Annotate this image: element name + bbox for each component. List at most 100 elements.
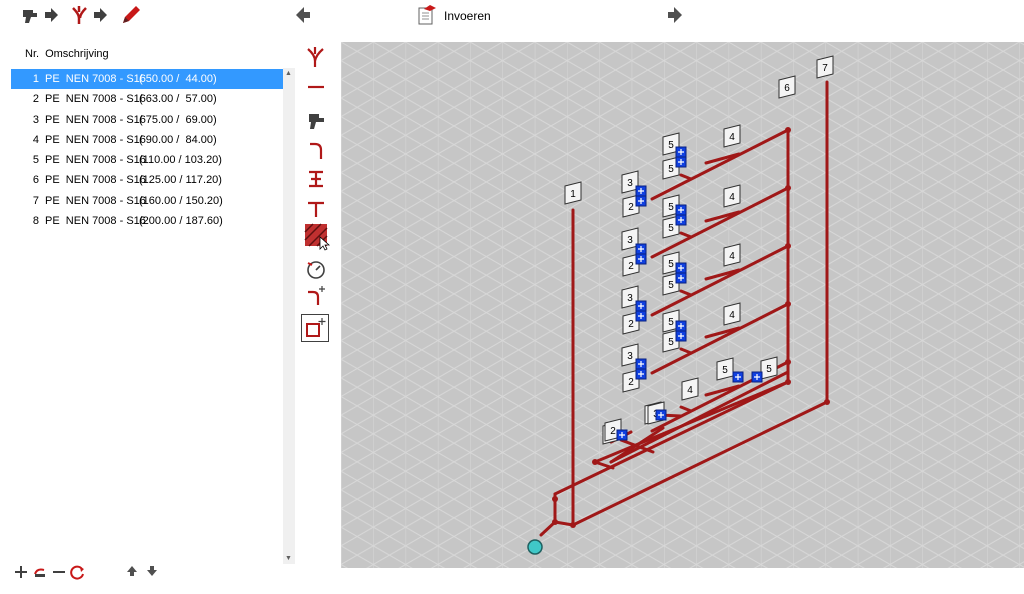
item-desc: PE NEN 7008 - S16 — [45, 174, 146, 187]
tag-label: 5 — [668, 140, 674, 151]
tag-label: 7 — [822, 63, 828, 74]
tag-label: 2 — [628, 377, 634, 388]
tag-label: 4 — [729, 251, 735, 262]
tag-label: 2 — [628, 261, 634, 272]
list-item[interactable]: 1 PE NEN 7008 - S16( 50.00 / 44.00) — [11, 69, 283, 90]
list-item[interactable]: 4 PE NEN 7008 - S16( 90.00 / 84.00) — [11, 130, 283, 150]
pipe-joint — [785, 379, 791, 385]
hatch-tool-icon[interactable] — [301, 223, 331, 251]
pipe-tag[interactable]: 4 — [723, 302, 741, 326]
tag-label: 2 — [628, 319, 634, 330]
tag-label: 2 — [610, 426, 616, 437]
pipe-tag[interactable]: 5 — [716, 357, 734, 381]
pipe-joint — [824, 399, 830, 405]
item-dim: (110.00 / 103.20) — [139, 154, 222, 167]
remove-icon[interactable] — [52, 565, 66, 582]
branch-fitting-icon[interactable] — [301, 44, 331, 70]
tag-label: 5 — [668, 337, 674, 348]
scroll-up-icon[interactable]: ▲ — [285, 70, 292, 77]
tag-label: 5 — [668, 259, 674, 270]
list-item[interactable]: 8 PE NEN 7008 - S16 (200.00 / 187.60) — [11, 211, 283, 231]
gauge-icon[interactable] — [301, 256, 331, 282]
tag-label: 4 — [729, 192, 735, 203]
toilet-forward-icon[interactable] — [21, 4, 61, 26]
tag-label: 5 — [722, 365, 728, 376]
tag-label: 3 — [627, 293, 633, 304]
forward-arrow-icon[interactable] — [666, 4, 684, 26]
item-dim: ( 63.00 / 57.00) — [139, 93, 217, 106]
drain-connection-icon[interactable] — [527, 539, 543, 555]
pipe-joint — [785, 127, 791, 133]
list-item[interactable]: 2 PE NEN 7008 - S16( 63.00 / 57.00) — [11, 89, 283, 109]
tag-label: 3 — [627, 235, 633, 246]
pipe-joint — [552, 496, 558, 502]
pipe-joint — [552, 519, 558, 525]
undo-icon[interactable] — [32, 565, 48, 582]
isometric-drawing-canvas[interactable]: 761455324553245532455323255432 — [341, 42, 1024, 568]
add-bend-icon[interactable] — [301, 282, 331, 308]
scroll-down-icon[interactable]: ▼ — [285, 555, 292, 562]
item-desc: PE NEN 7008 - S16 — [45, 113, 146, 126]
list-item[interactable]: 7 PE NEN 7008 - S16 (160.00 / 150.20) — [11, 191, 283, 211]
pipe-tag[interactable]: 4 — [681, 377, 699, 401]
item-nr: 3 — [32, 113, 39, 126]
pipe-tag[interactable]: 4 — [723, 184, 741, 208]
list-header: Nr. Omschrijving — [25, 48, 115, 60]
item-desc: PE NEN 7008 - S16 — [45, 73, 146, 85]
pipe-tag[interactable]: 4 — [723, 243, 741, 267]
item-desc: PE NEN 7008 - S16 — [45, 194, 146, 207]
reducer-icon[interactable] — [301, 166, 331, 192]
tag-label: 5 — [668, 223, 674, 234]
straight-pipe-icon[interactable] — [301, 74, 331, 100]
toilet-icon[interactable] — [301, 108, 331, 134]
tee-icon[interactable] — [301, 196, 331, 222]
item-nr: 6 — [32, 174, 39, 187]
item-nr: 5 — [32, 154, 39, 167]
list-scrollbar[interactable]: ▲ ▼ — [283, 68, 295, 564]
grid-background — [341, 42, 1024, 568]
bend-icon[interactable] — [301, 138, 331, 164]
pencil-icon[interactable] — [120, 4, 142, 26]
document-icon[interactable] — [416, 4, 438, 26]
list-item[interactable]: 5 PE NEN 7008 - S16 (110.00 / 103.20) — [11, 150, 283, 170]
item-desc: PE NEN 7008 - S16 — [45, 93, 146, 106]
tag-label: 6 — [784, 83, 790, 94]
pipe-tag[interactable]: 5 — [760, 356, 778, 380]
move-up-icon[interactable] — [126, 565, 138, 580]
tag-label: 3 — [627, 351, 633, 362]
add-box-icon[interactable] — [301, 314, 329, 342]
item-dim: ( 75.00 / 69.00) — [139, 113, 217, 126]
tag-label: 5 — [668, 280, 674, 291]
pipe-tag[interactable]: 7 — [816, 55, 834, 79]
tag-label: 4 — [687, 385, 693, 396]
tag-label: 5 — [668, 202, 674, 213]
back-arrow-icon[interactable] — [294, 4, 312, 26]
column-omschrijving: Omschrijving — [45, 48, 109, 60]
refresh-icon[interactable] — [70, 565, 86, 584]
tag-label: 1 — [570, 189, 576, 200]
move-down-icon[interactable] — [146, 565, 158, 580]
tag-label: 2 — [628, 202, 634, 213]
pipe-tag[interactable]: 1 — [564, 181, 582, 205]
add-icon[interactable] — [14, 565, 28, 582]
list-item[interactable]: 3 PE NEN 7008 - S16( 75.00 / 69.00) — [11, 110, 283, 130]
tag-label: 5 — [668, 164, 674, 175]
item-desc: PE NEN 7008 - S16 — [45, 154, 146, 167]
tag-label: 5 — [668, 317, 674, 328]
tag-label: 4 — [729, 310, 735, 321]
pipe-joint — [592, 459, 598, 465]
pipe-tag[interactable]: 4 — [723, 124, 741, 148]
item-nr: 8 — [32, 215, 39, 228]
pipe-list[interactable]: 1 PE NEN 7008 - S16( 50.00 / 44.00) 2 PE N… — [11, 69, 283, 231]
pipe-tag[interactable]: 6 — [778, 75, 796, 99]
item-nr: 7 — [32, 194, 39, 207]
tag-label: 5 — [766, 364, 772, 375]
invoeren-label[interactable]: Invoeren — [444, 9, 491, 23]
item-nr: 4 — [32, 133, 39, 146]
item-dim: ( 50.00 / 44.00) — [139, 73, 217, 85]
fitting-forward-icon[interactable] — [70, 4, 110, 26]
item-nr: 1 — [32, 73, 39, 85]
pipe-joint — [570, 522, 576, 528]
column-nr: Nr. — [25, 48, 40, 60]
list-item[interactable]: 6 PE NEN 7008 - S16 (125.00 / 117.20) — [11, 170, 283, 190]
